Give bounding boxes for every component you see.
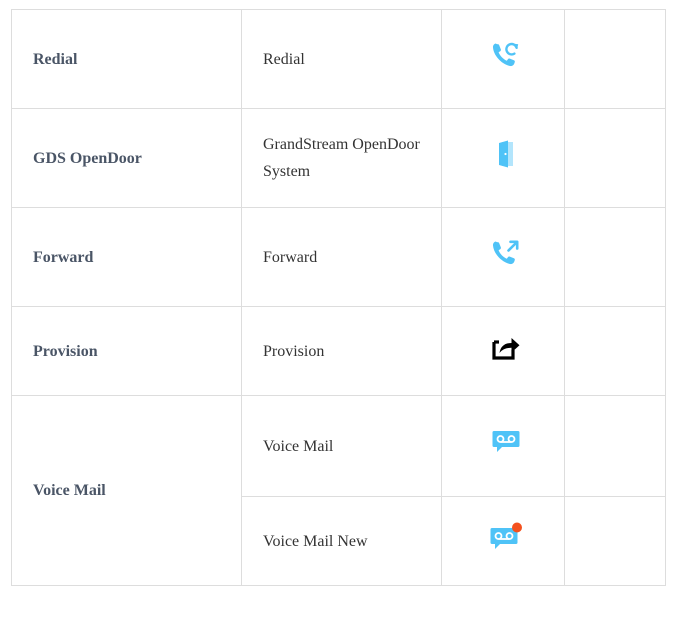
forward-call-icon [491,239,521,276]
empty-cell [564,207,666,307]
icon-cell [441,9,565,109]
key-name: Forward [11,207,242,307]
empty-cell [564,496,666,586]
table-row: Provision Provision [11,306,666,396]
table-row: GDS OpenDoor GrandStream OpenDoor System [11,108,666,208]
table-row: Voice Mail Voice Mail [11,395,666,586]
key-description: Provision [241,306,442,396]
key-description: Forward [241,207,442,307]
new-message-badge [512,522,522,532]
voicemail-new-icon [489,522,523,561]
table-row: Forward Forward [11,207,666,307]
empty-cell [564,108,666,208]
empty-cell [564,306,666,396]
empty-cell [564,395,666,497]
share-export-icon [491,333,521,370]
empty-cell [564,9,666,109]
key-name: Provision [11,306,242,396]
key-description: Voice Mail [241,395,442,497]
page: Redial Redial GDS OpenDoor GrandStream O… [0,0,676,618]
icon-cell [441,108,565,208]
table-row: Redial Redial [11,9,666,109]
redial-icon [491,41,521,78]
key-description: Redial [241,9,442,109]
key-description: GrandStream OpenDoor System [241,108,442,208]
open-door-icon [497,139,515,178]
voicemail-icon [491,429,521,464]
icon-cell [441,306,565,396]
key-name: Redial [11,9,242,109]
key-name: GDS OpenDoor [11,108,242,208]
icon-cell [441,207,565,307]
icon-cell [441,395,565,497]
key-name: Voice Mail [11,395,242,586]
icon-cell [441,496,565,586]
key-description: Voice Mail New [241,496,442,586]
key-function-table: Redial Redial GDS OpenDoor GrandStream O… [11,9,666,586]
